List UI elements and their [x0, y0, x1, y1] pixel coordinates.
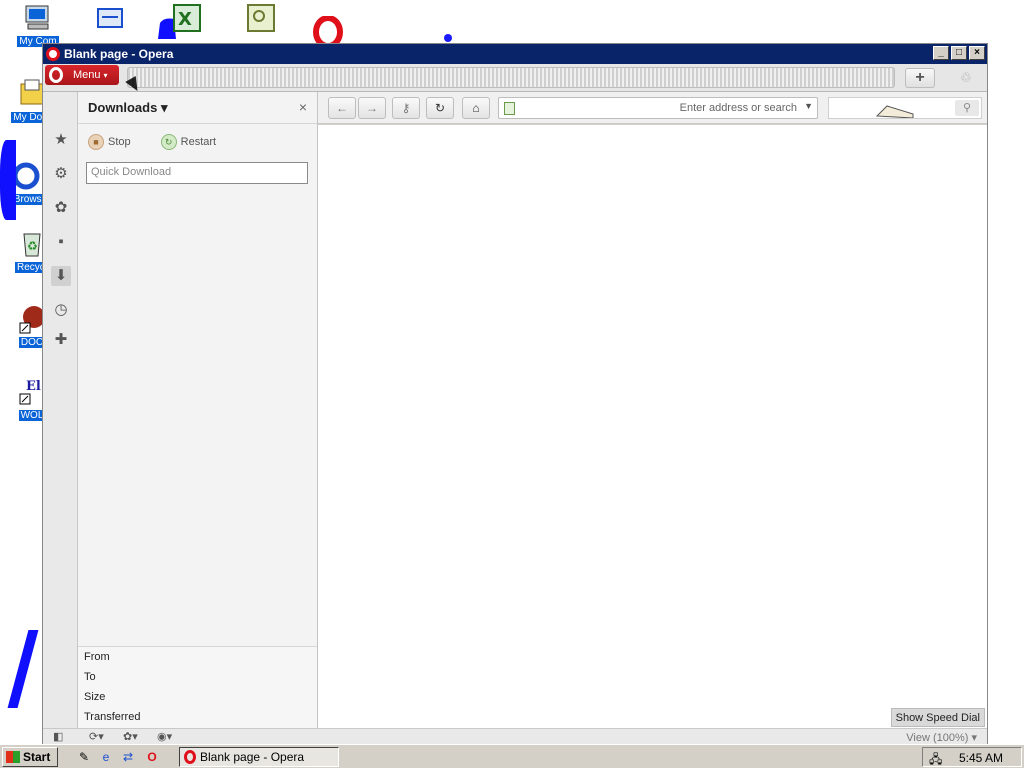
- from-label: From: [84, 651, 110, 663]
- stop-button[interactable]: ■ Stop: [88, 134, 131, 150]
- opera-menu-button[interactable]: Menu ▾: [45, 65, 119, 85]
- restart-button[interactable]: ↻ Restart: [160, 134, 217, 150]
- search-button[interactable]: ⚲: [955, 100, 979, 116]
- svg-text:El: El: [26, 379, 41, 394]
- panel-selector: ★ ⚙ ✿ ▪ ⬇ ◷ ✚: [43, 92, 78, 728]
- close-button[interactable]: ×: [969, 46, 985, 60]
- restart-label: Restart: [180, 136, 217, 148]
- transferred-label: Transferred: [84, 711, 141, 723]
- unite-icon[interactable]: ✿▾: [123, 730, 138, 743]
- trash-icon[interactable]: ♲: [953, 68, 979, 88]
- address-bar[interactable]: Enter address or search ▼: [498, 97, 818, 119]
- add-panel-icon[interactable]: ✚: [51, 330, 71, 350]
- opera-logo-icon: [46, 47, 60, 61]
- tab-area[interactable]: [127, 67, 895, 88]
- restart-icon: ↻: [160, 134, 177, 150]
- project-shortcut-icon[interactable]: [246, 3, 278, 38]
- wand-button[interactable]: ⚷: [392, 97, 420, 119]
- unite-panel-icon[interactable]: ✿: [51, 198, 71, 218]
- opera-window: Blank page - Opera _ □ × Menu ▾ + ♲ ★ ⚙ …: [42, 43, 988, 745]
- minimize-button[interactable]: _: [933, 46, 949, 60]
- history-panel-icon[interactable]: ◷: [51, 300, 71, 320]
- turbo-icon[interactable]: ◉▾: [157, 730, 172, 743]
- window-title: Blank page - Opera: [64, 47, 174, 61]
- zoom-control[interactable]: View (100%) ▾: [906, 731, 977, 744]
- start-button[interactable]: Start: [2, 747, 58, 767]
- quick-download-input[interactable]: Quick Download: [86, 162, 308, 184]
- opera-logo-icon: [49, 67, 63, 83]
- desktop-icon-my-computer[interactable]: My Com: [8, 2, 68, 47]
- notes-panel-icon[interactable]: ▪: [51, 232, 71, 252]
- sync-icon[interactable]: ⟳▾: [89, 730, 104, 743]
- close-panel-icon[interactable]: ×: [299, 99, 307, 115]
- internet-explorer-icon[interactable]: e: [98, 749, 114, 765]
- status-bar: Show Speed Dial ◧ ⟳▾ ✿▾ ◉▾ View (100%) ▾: [43, 708, 987, 745]
- downloads-header: Downloads ▾ ×: [78, 92, 317, 124]
- page-icon: [504, 102, 515, 115]
- panel-toggle-icon[interactable]: ◧: [53, 730, 63, 743]
- search-engine-icon: [875, 105, 914, 118]
- downloads-title[interactable]: Downloads ▾: [88, 100, 167, 116]
- opera-logo-icon: [184, 750, 196, 764]
- start-label: Start: [23, 750, 51, 764]
- home-button[interactable]: ⌂: [462, 97, 490, 119]
- reload-button[interactable]: ↻: [426, 97, 454, 119]
- svg-text:X: X: [178, 9, 192, 30]
- maximize-button[interactable]: □: [951, 46, 967, 60]
- windows-logo-icon: [6, 751, 20, 763]
- window-titlebar[interactable]: Blank page - Opera _ □ ×: [43, 44, 987, 64]
- menu-label: Menu: [73, 69, 101, 81]
- widgets-panel-icon[interactable]: ⚙: [51, 164, 71, 184]
- show-speed-dial-button[interactable]: Show Speed Dial: [890, 708, 985, 727]
- downloads-panel: Downloads ▾ × ■ Stop ↻ Restart Quick Dow…: [78, 92, 318, 728]
- desktop-wallpaper-shape: [0, 140, 16, 220]
- taskbar-opera-button[interactable]: Blank page - Opera: [179, 747, 339, 767]
- chevron-down-icon[interactable]: ▼: [804, 101, 813, 111]
- tab-strip: Menu ▾ + ♲: [43, 64, 987, 92]
- system-tray: 🖧 5:45 AM: [922, 747, 1022, 767]
- taskbar: Start ✎ e ⇄ O Blank page - Opera 🖧 5:45 …: [0, 744, 1024, 768]
- opera-quicklaunch-icon[interactable]: O: [144, 749, 160, 765]
- download-details: From To Size Transferred: [78, 646, 317, 728]
- stop-label: Stop: [108, 136, 131, 148]
- desktop-decoration: [444, 34, 452, 42]
- desktop-wallpaper-shape: [7, 630, 39, 708]
- network-sync-icon[interactable]: [94, 3, 126, 38]
- excel-shortcut-icon[interactable]: X: [156, 3, 204, 42]
- navigation-toolbar: ← → ⚷ ↻ ⌂ Enter address or search ▼ ⚲: [318, 92, 987, 124]
- network-icon[interactable]: ⇄: [120, 749, 136, 765]
- bookmarks-panel-icon[interactable]: ★: [51, 130, 71, 150]
- my-computer-icon: [22, 2, 54, 34]
- clock[interactable]: 5:45 AM: [959, 751, 1003, 765]
- svg-text:♻: ♻: [27, 239, 38, 253]
- new-tab-button[interactable]: +: [905, 68, 935, 88]
- network-tray-icon[interactable]: 🖧: [929, 750, 942, 768]
- downloads-panel-icon[interactable]: ⬇: [51, 266, 71, 286]
- page-content[interactable]: [318, 125, 987, 728]
- forward-button[interactable]: →: [358, 97, 386, 119]
- task-title: Blank page - Opera: [200, 750, 305, 764]
- to-label: To: [84, 671, 96, 683]
- show-desktop-icon[interactable]: ✎: [76, 749, 92, 765]
- search-field[interactable]: ⚲: [828, 97, 982, 119]
- stop-icon: ■: [88, 134, 104, 150]
- back-button[interactable]: ←: [328, 97, 356, 119]
- chevron-down-icon: ▾: [103, 70, 108, 80]
- size-label: Size: [84, 691, 106, 703]
- address-placeholder: Enter address or search: [679, 102, 797, 114]
